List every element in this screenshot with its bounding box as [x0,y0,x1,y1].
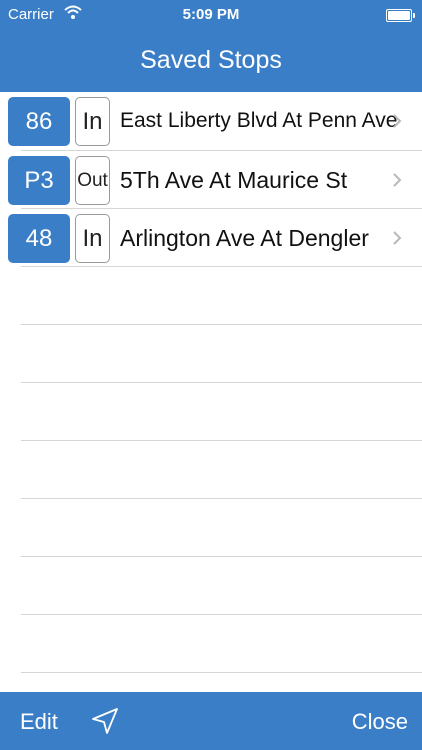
stop-name: East Liberty Blvd At Penn Ave [120,109,398,132]
battery-icon [386,9,415,22]
route-badge: 86 [8,97,70,146]
direction-badge: In [75,97,110,146]
bottom-toolbar: Edit Close [0,692,422,750]
direction-badge: Out [75,156,110,205]
row-divider [21,266,422,267]
page-title: Saved Stops [140,46,282,74]
row-divider [21,498,422,499]
direction-badge: In [75,214,110,263]
row-divider [21,556,422,557]
row-divider [21,614,422,615]
navigation-bar: Saved Stops [0,30,422,92]
row-divider [21,440,422,441]
row-divider [21,324,422,325]
chevron-right-icon [393,173,402,187]
status-time: 5:09 PM [182,6,240,23]
route-badge: 48 [8,214,70,263]
stop-row-p3[interactable]: P3 Out 5Th Ave At Maurice St [0,151,422,209]
chevron-right-icon [393,231,402,245]
stop-name: Arlington Ave At Dengler [120,225,369,251]
row-divider [21,382,422,383]
status-bar: Carrier 5:09 PM [0,0,422,30]
location-arrow-icon[interactable] [90,706,120,736]
stop-name: 5Th Ave At Maurice St [120,167,348,193]
edit-button[interactable]: Edit [20,709,58,735]
row-divider [21,672,422,673]
saved-stops-list: 86 In East Liberty Blvd At Penn Ave P3 O… [0,92,422,692]
close-button[interactable]: Close [352,709,408,735]
stop-row-86[interactable]: 86 In East Liberty Blvd At Penn Ave [0,92,422,150]
chevron-right-icon [393,114,402,128]
route-badge: P3 [8,156,70,205]
stop-row-48[interactable]: 48 In Arlington Ave At Dengler [0,209,422,267]
